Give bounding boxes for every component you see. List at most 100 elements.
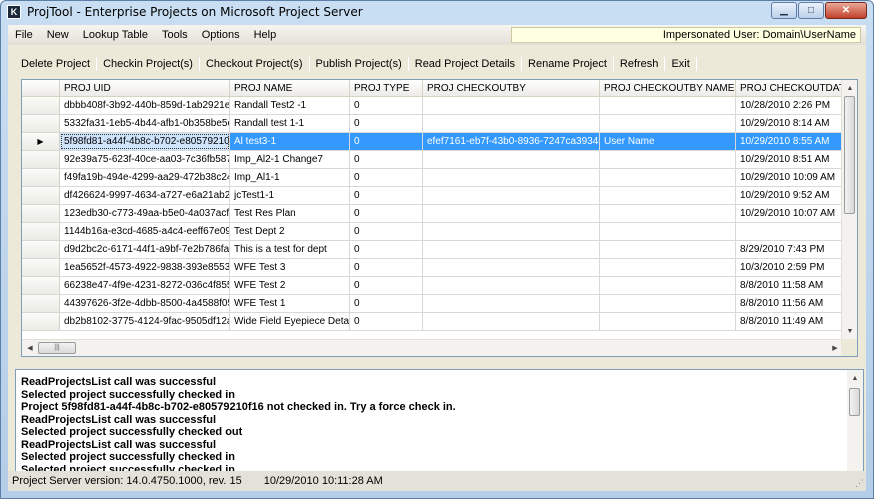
- minimize-button[interactable]: ▁: [771, 2, 797, 19]
- log-scroll-thumb[interactable]: [849, 388, 860, 416]
- row-header[interactable]: [22, 277, 60, 294]
- cell-proj-checkoutby[interactable]: [423, 223, 600, 240]
- cell-proj-uid[interactable]: 5332fa31-1eb5-4b44-afb1-0b358be5c77c: [60, 115, 230, 132]
- cell-proj-type[interactable]: 0: [350, 133, 423, 150]
- cell-proj-type[interactable]: 0: [350, 295, 423, 312]
- table-row[interactable]: 92e39a75-623f-40ce-aa03-7c36fb587f73 Imp_…: [22, 151, 843, 169]
- cell-proj-checkoutby-name[interactable]: [600, 115, 736, 132]
- cell-proj-name[interactable]: Test Res Plan: [230, 205, 350, 222]
- cell-proj-checkoutby-name[interactable]: [600, 259, 736, 276]
- checkout-projects-button[interactable]: Checkout Project(s): [200, 54, 309, 74]
- cell-proj-type[interactable]: 0: [350, 205, 423, 222]
- delete-project-button[interactable]: Delete Project: [15, 54, 96, 74]
- cell-proj-checkoutby-name[interactable]: [600, 241, 736, 258]
- cell-proj-checkoutdate[interactable]: 10/28/2010 2:26 PM: [736, 97, 843, 114]
- cell-proj-checkoutdate[interactable]: 8/29/2010 7:43 PM: [736, 241, 843, 258]
- vertical-scroll-thumb[interactable]: [844, 96, 855, 214]
- scroll-down-arrow-icon[interactable]: ▼: [842, 323, 857, 339]
- cell-proj-name[interactable]: Randall Test2 -1: [230, 97, 350, 114]
- row-header[interactable]: [22, 169, 60, 186]
- table-row[interactable]: 5332fa31-1eb5-4b44-afb1-0b358be5c77cRand…: [22, 115, 843, 133]
- column-header-proj-checkoutby[interactable]: PROJ CHECKOUTBY: [423, 80, 600, 97]
- cell-proj-checkoutdate[interactable]: 10/29/2010 10:09 AM: [736, 169, 843, 186]
- cell-proj-uid[interactable]: 1144b16a-e3cd-4685-a4c4-eeff67e097de: [60, 223, 230, 240]
- cell-proj-uid[interactable]: 123edb30-c773-49aa-b5e0-4a037acf9c35: [60, 205, 230, 222]
- checkin-projects-button[interactable]: Checkin Project(s): [97, 54, 199, 74]
- cell-proj-uid[interactable]: df426624-9997-4634-a727-e6a21ab2526a: [60, 187, 230, 204]
- cell-proj-checkoutby[interactable]: [423, 259, 600, 276]
- cell-proj-type[interactable]: 0: [350, 223, 423, 240]
- cell-proj-checkoutdate[interactable]: 8/8/2010 11:58 AM: [736, 277, 843, 294]
- cell-proj-uid[interactable]: d9d2bc2c-6171-44f1-a9bf-7e2b786fa8fe: [60, 241, 230, 258]
- cell-proj-checkoutby-name[interactable]: [600, 187, 736, 204]
- grid-vertical-scrollbar[interactable]: ▲ ▼: [841, 80, 857, 339]
- cell-proj-checkoutby-name[interactable]: User Name: [600, 133, 736, 150]
- cell-proj-name[interactable]: Wide Field Eyepiece Details: [230, 313, 350, 330]
- cell-proj-uid[interactable]: 92e39a75-623f-40ce-aa03-7c36fb587f73: [60, 151, 230, 168]
- menu-lookup-table[interactable]: Lookup Table: [76, 25, 155, 45]
- cell-proj-type[interactable]: 0: [350, 187, 423, 204]
- column-header-proj-name[interactable]: PROJ NAME: [230, 80, 350, 97]
- table-row[interactable]: dbbb408f-3b92-440b-859d-1ab2921e4bdbRand…: [22, 97, 843, 115]
- cell-proj-checkoutby-name[interactable]: [600, 151, 736, 168]
- row-header[interactable]: [22, 295, 60, 312]
- menu-options[interactable]: Options: [195, 25, 247, 45]
- cell-proj-checkoutdate[interactable]: 10/29/2010 8:14 AM: [736, 115, 843, 132]
- refresh-button[interactable]: Refresh: [614, 54, 665, 74]
- cell-proj-checkoutby-name[interactable]: [600, 277, 736, 294]
- cell-proj-checkoutby[interactable]: [423, 295, 600, 312]
- grid-horizontal-scrollbar[interactable]: ◀ ||| ▶: [22, 339, 843, 356]
- cell-proj-checkoutdate[interactable]: [736, 223, 843, 240]
- row-header[interactable]: [22, 241, 60, 258]
- column-header-proj-checkoutdate[interactable]: PROJ CHECKOUTDATE: [736, 80, 843, 97]
- cell-proj-checkoutdate[interactable]: 10/29/2010 9:52 AM: [736, 187, 843, 204]
- table-row[interactable]: db2b8102-3775-4124-9fac-9505df12a41f Wide…: [22, 313, 843, 331]
- cell-proj-checkoutby-name[interactable]: [600, 223, 736, 240]
- cell-proj-checkoutdate[interactable]: 10/29/2010 8:51 AM: [736, 151, 843, 168]
- table-row[interactable]: ▶ 5f98fd81-a44f-4b8c-b702-e80579210f16 Al …: [22, 133, 843, 151]
- cell-proj-checkoutdate[interactable]: 10/29/2010 8:55 AM: [736, 133, 843, 150]
- cell-proj-name[interactable]: Randall test 1-1: [230, 115, 350, 132]
- row-header[interactable]: [22, 313, 60, 330]
- log-output[interactable]: ReadProjectsList call was successful Sele…: [15, 369, 864, 487]
- cell-proj-type[interactable]: 0: [350, 277, 423, 294]
- menu-tools[interactable]: Tools: [155, 25, 195, 45]
- scroll-up-arrow-icon[interactable]: ▲: [842, 80, 857, 96]
- log-scroll-up-arrow-icon[interactable]: ▲: [847, 370, 863, 386]
- column-header-proj-checkoutby-name[interactable]: PROJ CHECKOUTBY NAME: [600, 80, 736, 97]
- row-header[interactable]: [22, 223, 60, 240]
- cell-proj-uid[interactable]: db2b8102-3775-4124-9fac-9505df12a41f: [60, 313, 230, 330]
- projects-grid[interactable]: PROJ UID PROJ NAME PROJ TYPE PROJ CHECKO…: [21, 79, 858, 357]
- cell-proj-type[interactable]: 0: [350, 151, 423, 168]
- cell-proj-checkoutby-name[interactable]: [600, 97, 736, 114]
- read-project-details-button[interactable]: Read Project Details: [409, 54, 521, 74]
- cell-proj-uid[interactable]: 1ea5652f-4573-4922-9838-393e85534727: [60, 259, 230, 276]
- menu-file[interactable]: File: [8, 25, 40, 45]
- cell-proj-checkoutby[interactable]: [423, 151, 600, 168]
- exit-button[interactable]: Exit: [665, 54, 695, 74]
- horizontal-scroll-thumb[interactable]: |||: [38, 342, 76, 354]
- row-header[interactable]: [22, 97, 60, 114]
- cell-proj-checkoutby[interactable]: [423, 241, 600, 258]
- cell-proj-name[interactable]: Imp_Al2-1 Change7: [230, 151, 350, 168]
- table-row[interactable]: 1ea5652f-4573-4922-9838-393e85534727WFE …: [22, 259, 843, 277]
- row-header[interactable]: [22, 151, 60, 168]
- cell-proj-checkoutby[interactable]: [423, 115, 600, 132]
- cell-proj-uid[interactable]: 5f98fd81-a44f-4b8c-b702-e80579210f16: [60, 133, 230, 150]
- row-header[interactable]: [22, 187, 60, 204]
- title-bar[interactable]: K ProjTool - Enterprise Projects on Micr…: [1, 1, 873, 23]
- cell-proj-type[interactable]: 0: [350, 115, 423, 132]
- table-row[interactable]: d9d2bc2c-6171-44f1-a9bf-7e2b786fa8fe This…: [22, 241, 843, 259]
- cell-proj-name[interactable]: jcTest1-1: [230, 187, 350, 204]
- cell-proj-name[interactable]: Al test3-1: [230, 133, 350, 150]
- cell-proj-checkoutby[interactable]: [423, 169, 600, 186]
- row-header[interactable]: [22, 205, 60, 222]
- cell-proj-checkoutdate[interactable]: 10/3/2010 2:59 PM: [736, 259, 843, 276]
- cell-proj-checkoutby[interactable]: [423, 205, 600, 222]
- cell-proj-uid[interactable]: dbbb408f-3b92-440b-859d-1ab2921e4bdb: [60, 97, 230, 114]
- cell-proj-type[interactable]: 0: [350, 169, 423, 186]
- cell-proj-name[interactable]: Test Dept 2: [230, 223, 350, 240]
- close-button[interactable]: ✕: [825, 2, 867, 19]
- log-vertical-scrollbar[interactable]: ▲ ▼: [847, 370, 863, 486]
- cell-proj-checkoutby-name[interactable]: [600, 169, 736, 186]
